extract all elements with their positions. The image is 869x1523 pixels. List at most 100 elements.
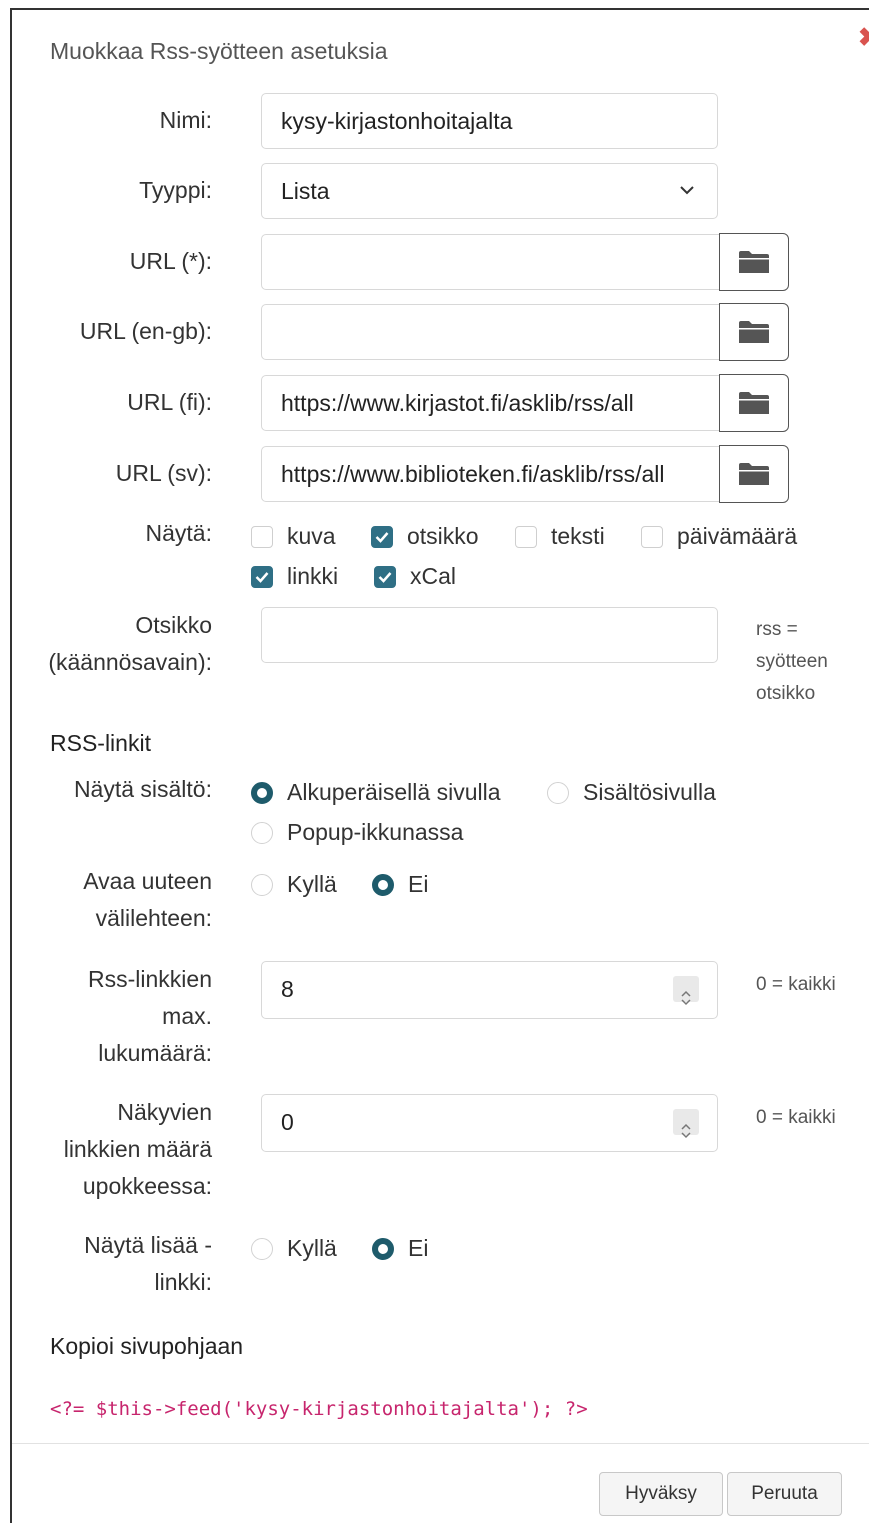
- url-default-browse-button[interactable]: [719, 233, 789, 291]
- footer-divider: [12, 1443, 869, 1444]
- url-default-label: URL (*):: [129, 248, 212, 274]
- hint-line: rss =: [756, 619, 798, 640]
- new-tab-label: Avaa uuteen välilehteen:: [83, 863, 212, 937]
- checkbox-box: [515, 525, 537, 548]
- checkbox-kuva[interactable]: kuva: [251, 523, 336, 550]
- type-label: Tyyppi:: [139, 177, 212, 203]
- checkbox-label: xCal: [410, 563, 457, 589]
- label-line: lukumäärä:: [98, 1040, 212, 1066]
- check-icon: [378, 571, 392, 583]
- radio-label: Ei: [408, 871, 429, 897]
- chevron-down-icon: [680, 186, 694, 195]
- rss-links-heading: RSS-linkit: [50, 730, 151, 756]
- checkbox-label: kuva: [287, 523, 336, 549]
- radio-show-more-no[interactable]: Ei: [372, 1235, 428, 1262]
- max-links-hint: 0 = kaikki: [756, 974, 836, 995]
- dialog-title: Muokkaa Rss-syötteen asetuksia: [50, 38, 388, 64]
- max-links-value: 8: [281, 976, 294, 1002]
- label-line: upokkeessa:: [82, 1173, 212, 1199]
- url-en-input[interactable]: [261, 304, 720, 360]
- spinner-arrows-icon: [681, 1123, 691, 1139]
- radio-original-page[interactable]: Alkuperäisellä sivulla: [251, 779, 501, 806]
- heading-label-line: (käännösavain):: [48, 649, 212, 675]
- url-fi-browse-button[interactable]: [719, 374, 789, 432]
- visible-links-label: Näkyvien linkkien määrä upokkeessa:: [64, 1094, 212, 1205]
- radio-unselected: [251, 821, 273, 844]
- checkbox-label: teksti: [551, 523, 605, 549]
- type-select-value: Lista: [281, 178, 330, 204]
- url-en-browse-button[interactable]: [719, 303, 789, 361]
- close-icon[interactable]: ✖: [858, 24, 869, 50]
- radio-show-more-yes[interactable]: Kyllä: [251, 1235, 337, 1262]
- url-fi-label: URL (fi):: [127, 389, 212, 415]
- radio-label: Sisältösivulla: [583, 779, 716, 805]
- url-sv-label: URL (sv):: [115, 460, 212, 486]
- radio-new-tab-yes[interactable]: Kyllä: [251, 871, 337, 898]
- name-input[interactable]: kysy-kirjastonhoitajalta: [261, 93, 718, 149]
- checkbox-box: [641, 525, 663, 548]
- hint-line: otsikko: [756, 683, 816, 704]
- copy-heading: Kopioi sivupohjaan: [50, 1333, 244, 1359]
- heading-hint: rss = syötteen otsikko: [756, 614, 828, 710]
- show-content-label: Näytä sisältö:: [73, 776, 212, 802]
- visible-links-value: 0: [281, 1109, 294, 1135]
- cancel-button[interactable]: Peruuta: [727, 1472, 842, 1516]
- radio-selected: [251, 781, 273, 804]
- label-line: linkkien määrä: [63, 1136, 212, 1162]
- label-line: Näkyvien: [117, 1099, 212, 1125]
- check-icon: [255, 571, 269, 583]
- checkbox-label: päivämäärä: [677, 523, 798, 549]
- url-sv-input[interactable]: https://www.biblioteken.fi/asklib/rss/al…: [261, 446, 720, 502]
- folder-icon: [739, 463, 769, 485]
- spinner-arrows-icon: [681, 990, 691, 1006]
- radio-label: Ei: [408, 1235, 429, 1261]
- radio-label: Kyllä: [287, 871, 337, 897]
- check-icon: [375, 531, 389, 543]
- heading-input[interactable]: [261, 607, 718, 663]
- show-more-label: Näytä lisää - linkki:: [84, 1227, 212, 1301]
- checkbox-box-checked: [251, 565, 273, 588]
- rss-settings-dialog: ✖ Muokkaa Rss-syötteen asetuksia Nimi: k…: [10, 8, 869, 1523]
- accept-button[interactable]: Hyväksy: [599, 1472, 723, 1516]
- label-line: max.: [162, 1003, 212, 1029]
- folder-icon: [739, 321, 769, 343]
- radio-unselected: [251, 1237, 273, 1260]
- checkbox-label: linkki: [287, 563, 339, 589]
- checkbox-teksti[interactable]: teksti: [515, 523, 605, 550]
- folder-icon: [739, 251, 769, 273]
- checkbox-label: otsikko: [407, 523, 479, 549]
- number-spinner[interactable]: [673, 1109, 699, 1139]
- radio-popup[interactable]: Popup-ikkunassa: [251, 819, 463, 846]
- radio-new-tab-no[interactable]: Ei: [372, 871, 428, 898]
- label-line: Näytä lisää -: [84, 1232, 212, 1258]
- label-line: Avaa uuteen: [83, 868, 212, 894]
- visible-links-input[interactable]: 0: [261, 1094, 718, 1152]
- url-default-input[interactable]: [261, 234, 720, 290]
- show-label: Näytä:: [145, 520, 212, 546]
- number-spinner[interactable]: [673, 976, 699, 1006]
- name-label: Nimi:: [159, 107, 212, 133]
- checkbox-paivamaara[interactable]: päivämäärä: [641, 523, 797, 550]
- radio-selected: [372, 1237, 394, 1260]
- checkbox-box-checked: [374, 565, 396, 588]
- label-line: linkki:: [154, 1269, 212, 1295]
- max-links-input[interactable]: 8: [261, 961, 718, 1019]
- radio-selected: [372, 873, 394, 896]
- checkbox-xcal[interactable]: xCal: [374, 563, 456, 590]
- radio-label: Kyllä: [287, 1235, 337, 1261]
- checkbox-box-checked: [371, 525, 393, 548]
- radio-content-page[interactable]: Sisältösivulla: [547, 779, 716, 806]
- checkbox-otsikko[interactable]: otsikko: [371, 523, 479, 550]
- template-code-snippet: <?= $this->feed('kysy-kirjastonhoitajalt…: [50, 1398, 588, 1420]
- url-fi-input[interactable]: https://www.kirjastot.fi/asklib/rss/all: [261, 375, 720, 431]
- hint-line: syötteen: [756, 651, 828, 672]
- radio-unselected: [547, 781, 569, 804]
- type-select[interactable]: Lista: [261, 163, 718, 219]
- label-line: Rss-linkkien: [88, 966, 212, 992]
- radio-label: Alkuperäisellä sivulla: [287, 779, 501, 805]
- checkbox-linkki[interactable]: linkki: [251, 563, 338, 590]
- url-sv-browse-button[interactable]: [719, 445, 789, 503]
- max-links-label: Rss-linkkien max. lukumäärä:: [88, 961, 212, 1072]
- heading-label-line: Otsikko: [135, 612, 212, 638]
- heading-label: Otsikko (käännösavain):: [48, 607, 212, 681]
